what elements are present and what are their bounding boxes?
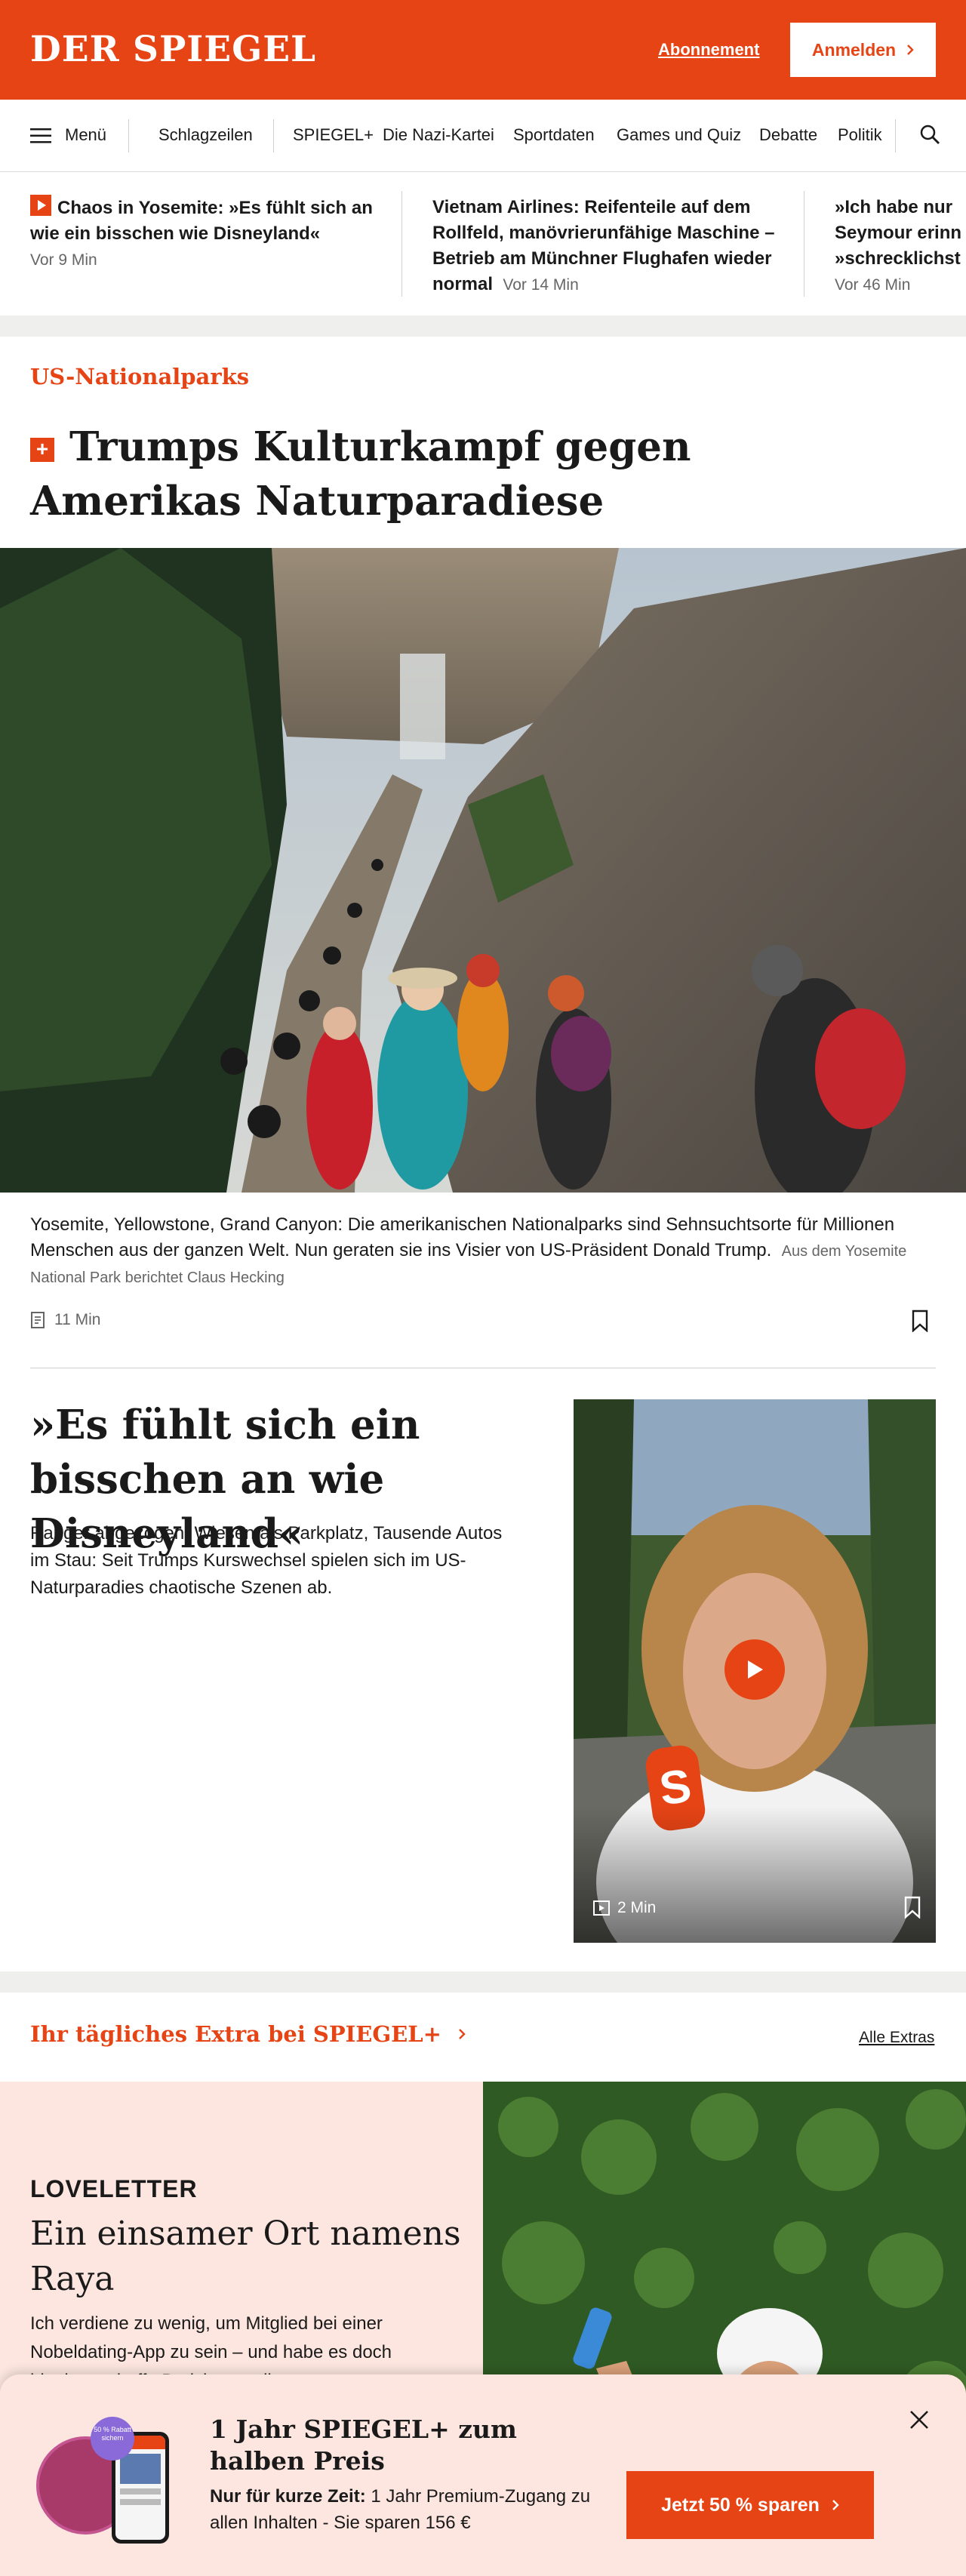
extras-heading-label: Ihr tägliches Extra bei SPIEGEL+ bbox=[30, 2021, 441, 2047]
chevron-right-icon bbox=[459, 2029, 466, 2039]
read-time-label: 11 Min bbox=[54, 1311, 101, 1328]
nav-nazi-kartei[interactable]: Die Nazi-Kartei bbox=[383, 125, 494, 145]
promo-cta-button[interactable]: Jetzt 50 % sparen bbox=[626, 2471, 874, 2539]
ticker-divider bbox=[401, 191, 402, 297]
article-teaser: Yosemite, Yellowstone, Grand Canyon: Die… bbox=[30, 1212, 936, 1291]
video-play-icon bbox=[30, 195, 51, 216]
video-duration: 2 Min bbox=[593, 1899, 656, 1917]
promo-text: Nur für kurze Zeit: 1 Jahr Premium-Zugan… bbox=[210, 2483, 617, 2536]
section-divider bbox=[0, 1971, 966, 1993]
abonnement-link[interactable]: Abonnement bbox=[658, 40, 759, 60]
loveletter-label: LOVELETTER bbox=[30, 2175, 198, 2202]
video-thumbnail-reporter[interactable]: S 2 Min bbox=[574, 1399, 936, 1943]
spiegel-logo[interactable]: DER SPIEGEL bbox=[30, 29, 316, 71]
nav-debatte[interactable]: Debatte bbox=[759, 125, 817, 145]
site-header: DER SPIEGEL Abonnement Anmelden bbox=[0, 0, 966, 100]
nav-divider bbox=[895, 119, 896, 152]
hamburger-icon[interactable] bbox=[30, 128, 51, 144]
play-icon bbox=[748, 1660, 763, 1679]
article-headline[interactable]: Trumps Kulturkampf gegen Amerikas Naturp… bbox=[30, 420, 860, 528]
teaser-text: Yosemite, Yellowstone, Grand Canyon: Die… bbox=[30, 1214, 895, 1260]
news-ticker: Chaos in Yosemite: »Es fühlt sich an wie… bbox=[0, 172, 966, 315]
ticker-title: Vietnam Airlines: Reifenteile auf dem Ro… bbox=[432, 197, 775, 294]
ticker-title: Chaos in Yosemite: »Es fühlt sich an wie… bbox=[30, 198, 373, 244]
ticker-item[interactable]: »Ich habe nur Seymour erinn »schrecklichst… bbox=[835, 195, 966, 298]
hero-image-yosemite-hikers[interactable] bbox=[0, 548, 966, 1193]
nav-divider bbox=[128, 119, 129, 152]
bookmark-icon[interactable] bbox=[912, 1310, 928, 1332]
nav-divider bbox=[273, 119, 274, 152]
nav-spiegel-plus[interactable]: SPIEGEL+ bbox=[293, 125, 374, 145]
main-navigation: Menü Schlagzeilen SPIEGEL+ Die Nazi-Kart… bbox=[0, 100, 966, 172]
anmelden-label: Anmelden bbox=[811, 39, 897, 60]
promo-illustration: 50 % Rabatt sichern bbox=[36, 2417, 187, 2553]
ticker-item[interactable]: Vietnam Airlines: Reifenteile auf dem Ro… bbox=[432, 195, 780, 298]
video-duration-label: 2 Min bbox=[617, 1899, 657, 1916]
nav-games-quiz[interactable]: Games und Quiz bbox=[617, 125, 741, 145]
promo-cta-label: Jetzt 50 % sparen bbox=[661, 2494, 820, 2516]
ticker-time: Vor 9 Min bbox=[30, 251, 97, 269]
ticker-time: Vor 46 Min bbox=[835, 276, 911, 294]
chevron-right-icon bbox=[907, 45, 914, 55]
chevron-right-icon bbox=[832, 2500, 839, 2510]
video-icon bbox=[593, 1900, 610, 1916]
ticker-item[interactable]: Chaos in Yosemite: »Es fühlt sich an wie… bbox=[30, 195, 377, 273]
section-divider bbox=[0, 315, 966, 337]
second-teaser: Ranger abgezogen, Wiesen als Parkplatz, … bbox=[30, 1523, 503, 1598]
promo-title: 1 Jahr SPIEGEL+ zum halben Preis bbox=[210, 2414, 517, 2476]
ticker-time: Vor 14 Min bbox=[503, 276, 579, 294]
nav-politik[interactable]: Politik bbox=[838, 125, 882, 145]
search-icon[interactable] bbox=[919, 124, 940, 145]
anmelden-button[interactable]: Anmelden bbox=[790, 23, 936, 77]
nav-menu[interactable]: Menü bbox=[65, 125, 106, 145]
ticker-title: »Ich habe nur Seymour erinn »schrecklichst bbox=[835, 197, 962, 269]
nav-sportdaten[interactable]: Sportdaten bbox=[513, 125, 595, 145]
read-time: 11 Min bbox=[30, 1311, 100, 1329]
extras-heading[interactable]: Ihr tägliches Extra bei SPIEGEL+ bbox=[30, 2021, 466, 2047]
close-icon[interactable] bbox=[907, 2408, 931, 2432]
bookmark-icon[interactable] bbox=[904, 1896, 921, 1919]
discount-badge: 50 % Rabatt sichern bbox=[91, 2417, 134, 2461]
extras-title[interactable]: Ein einsamer Ort namens Raya bbox=[30, 2211, 468, 2302]
alle-extras-link[interactable]: Alle Extras bbox=[859, 2029, 934, 2047]
spiegel-homepage: DER SPIEGEL Abonnement Anmelden Menü Sch… bbox=[0, 0, 966, 2576]
play-button[interactable] bbox=[724, 1639, 785, 1700]
article-icon bbox=[31, 1312, 45, 1328]
article-kicker[interactable]: US-Nationalparks bbox=[30, 364, 249, 389]
promo-text-bold: Nur für kurze Zeit: bbox=[210, 2486, 366, 2507]
nav-schlagzeilen[interactable]: Schlagzeilen bbox=[158, 125, 253, 145]
